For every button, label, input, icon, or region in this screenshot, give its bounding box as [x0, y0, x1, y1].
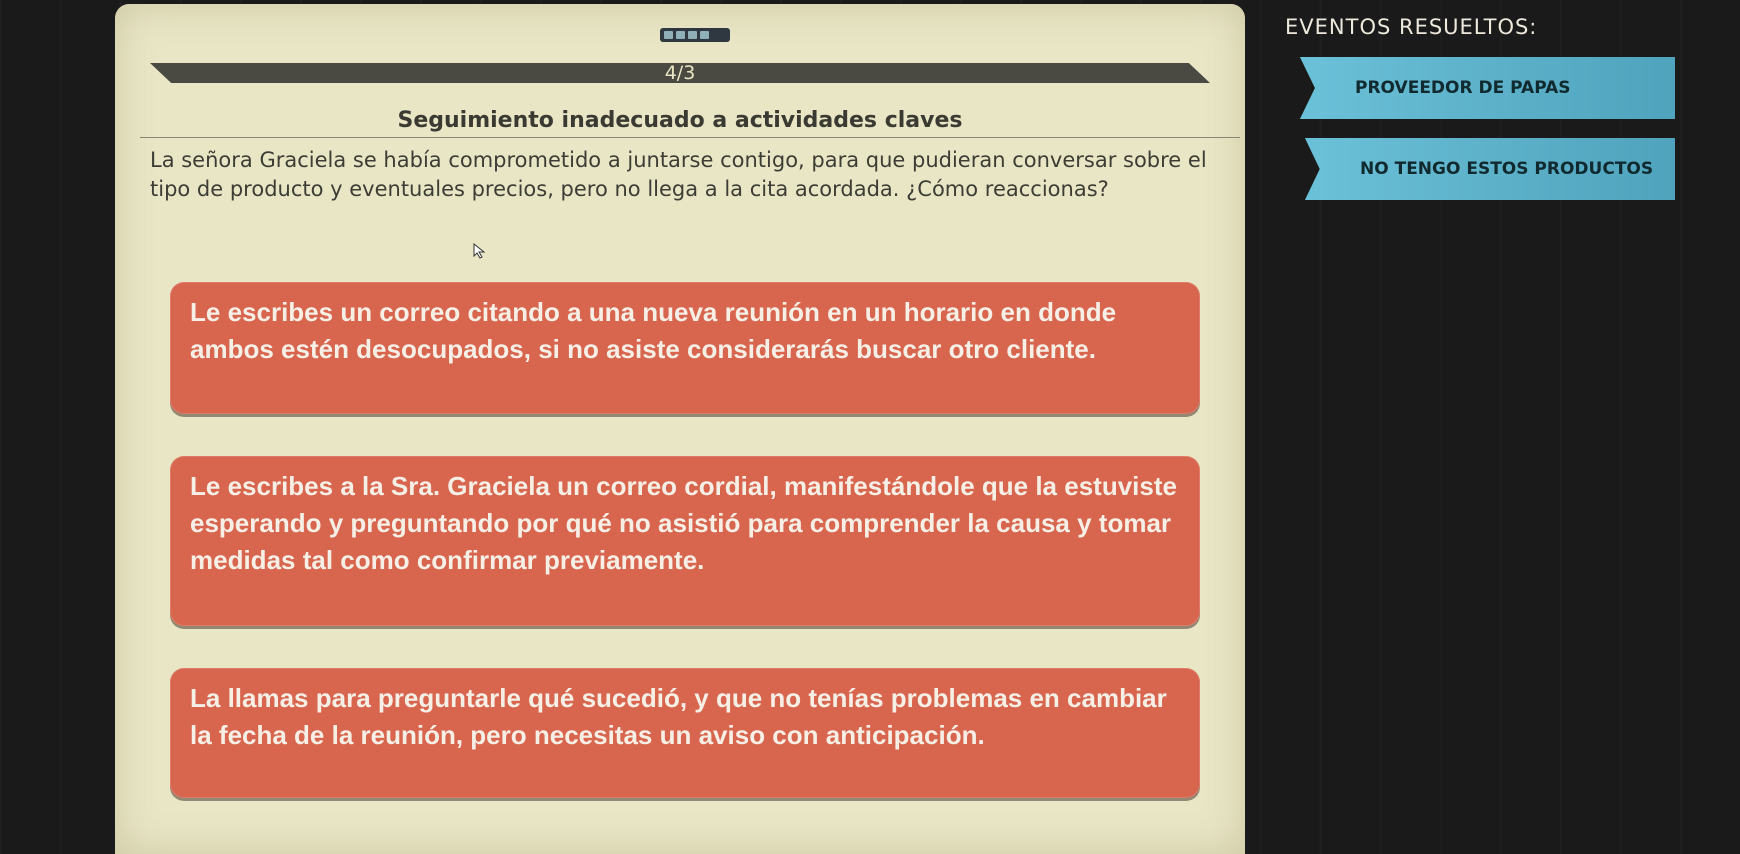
mouse-pointer-icon: [473, 243, 486, 259]
progress-dots-icon: [660, 28, 730, 42]
divider: [140, 137, 1240, 138]
answer-option-1[interactable]: Le escribes un correo citando a una nuev…: [170, 282, 1200, 414]
progress-dot: [676, 31, 685, 39]
progress-dot: [688, 31, 697, 39]
question-title: Seguimiento inadecuado a actividades cla…: [397, 108, 963, 133]
answer-option-3[interactable]: La llamas para preguntarle qué sucedió, …: [170, 668, 1200, 798]
question-counter: 4/3: [150, 63, 1210, 83]
progress-dot: [700, 31, 709, 39]
resolved-events-title: EVENTOS RESUELTOS:: [1285, 15, 1538, 39]
resolved-event-2: NO TENGO ESTOS PRODUCTOS: [1305, 138, 1675, 200]
resolved-event-1: PROVEEDOR DE PAPAS: [1300, 57, 1675, 119]
progress-dot: [664, 31, 673, 39]
answer-option-2[interactable]: Le escribes a la Sra. Graciela un correo…: [170, 456, 1200, 626]
scenario-text: La señora Graciela se había comprometido…: [150, 148, 1207, 201]
